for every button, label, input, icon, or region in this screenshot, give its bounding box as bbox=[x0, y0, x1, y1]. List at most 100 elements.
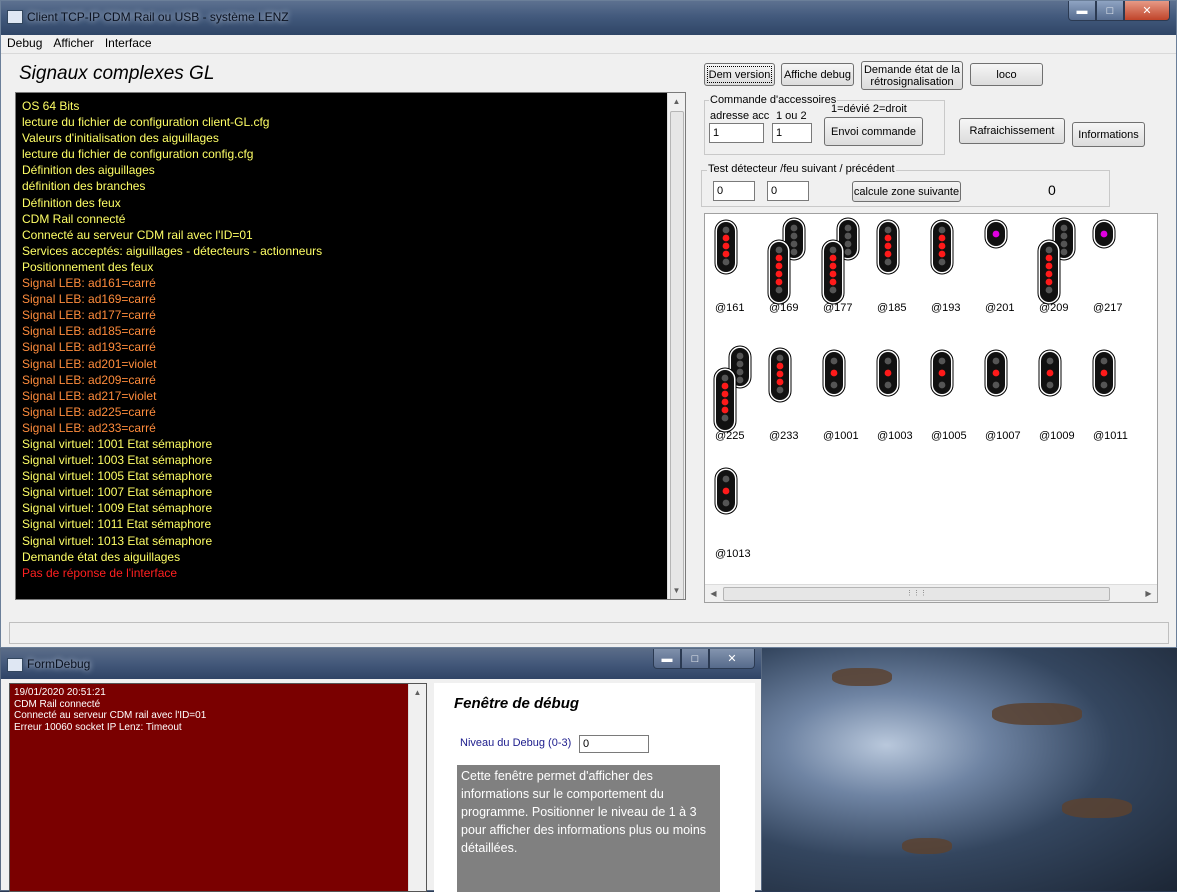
minimize-button[interactable]: ▬ bbox=[1068, 1, 1096, 21]
debug-level-field[interactable]: 0 bbox=[579, 735, 649, 753]
debug-vertical-scrollbar[interactable]: ▲ bbox=[408, 684, 426, 891]
log-line: Signal LEB: ad217=violet bbox=[22, 388, 157, 403]
menu-interface[interactable]: Interface bbox=[99, 35, 157, 53]
rafraichissement-button[interactable]: Rafraichissement bbox=[959, 118, 1065, 144]
signal-lamp bbox=[884, 357, 892, 365]
loco-button[interactable]: loco bbox=[970, 63, 1043, 86]
minimize-button[interactable]: ▬ bbox=[653, 649, 681, 669]
scroll-thumb[interactable] bbox=[670, 111, 684, 599]
scroll-thumb[interactable]: ⋮⋮⋮ bbox=[723, 587, 1110, 601]
signal-lamp bbox=[938, 369, 946, 377]
debug-log-line: 19/01/2020 20:51:21 bbox=[14, 687, 106, 698]
log-line: Signal LEB: ad225=carré bbox=[22, 404, 156, 419]
menu-afficher[interactable]: Afficher bbox=[47, 35, 98, 53]
affiche-debug-button[interactable]: Affiche debug bbox=[781, 63, 854, 86]
debug-log-panel[interactable]: 19/01/2020 20:51:21 CDM Rail connecté Conn… bbox=[9, 683, 427, 892]
log-line: Signal LEB: ad193=carré bbox=[22, 340, 156, 355]
informations-button[interactable]: Informations bbox=[1072, 122, 1145, 147]
signal-lamp bbox=[884, 258, 892, 266]
minimize-icon: ▬ bbox=[1076, 4, 1088, 17]
signal-lamp bbox=[938, 357, 946, 365]
signal-lamp bbox=[938, 250, 946, 258]
detecteur-field-1[interactable]: 0 bbox=[713, 181, 755, 201]
debug-settings-panel: Fenêtre de débug Niveau du Debug (0-3) 0… bbox=[434, 683, 755, 892]
scroll-up-icon[interactable]: ▲ bbox=[668, 93, 685, 110]
log-line: définition des branches bbox=[22, 179, 146, 194]
log-line: Services acceptés: aiguillages - détecte… bbox=[22, 243, 323, 258]
signal-lamp bbox=[829, 278, 837, 286]
signal-address-label: @1003 bbox=[877, 430, 913, 442]
signal-address-label: @169 bbox=[769, 302, 799, 314]
signal-217 bbox=[1092, 219, 1116, 249]
log-line: Signal LEB: ad201=violet bbox=[22, 356, 157, 371]
choix-label: 1 ou 2 bbox=[776, 110, 807, 122]
signal-lamp bbox=[992, 369, 1000, 377]
dem-version-button[interactable]: Dem version bbox=[704, 63, 775, 86]
signal-lamp bbox=[938, 226, 946, 234]
detecteur-field-2[interactable]: 0 bbox=[767, 181, 809, 201]
legend-label: 1=dévié 2=droit bbox=[831, 103, 907, 115]
debug-titlebar[interactable]: FormDebug ▬ □ ✕ bbox=[1, 649, 761, 679]
signal-lamp bbox=[776, 386, 784, 394]
close-button[interactable]: ✕ bbox=[1124, 1, 1170, 21]
signal-lamp bbox=[776, 354, 784, 362]
signal-lamp bbox=[790, 240, 798, 248]
choix-field[interactable]: 1 bbox=[772, 123, 812, 143]
calcule-zone-button[interactable]: calcule zone suivante bbox=[852, 181, 961, 202]
wallpaper-rock bbox=[1062, 798, 1132, 818]
signal-lamp bbox=[722, 499, 730, 507]
scroll-right-icon[interactable]: ▶ bbox=[1140, 585, 1157, 602]
signal-lamp bbox=[736, 368, 744, 376]
wallpaper-rock bbox=[992, 703, 1082, 725]
signals-horizontal-scrollbar[interactable]: ◀ ⋮⋮⋮ ▶ bbox=[705, 584, 1157, 602]
signal-address-label: @217 bbox=[1093, 302, 1123, 314]
adresse-field[interactable]: 1 bbox=[709, 123, 764, 143]
scroll-left-icon[interactable]: ◀ bbox=[705, 585, 722, 602]
signal-161 bbox=[714, 219, 738, 275]
signal-lamp bbox=[829, 270, 837, 278]
wallpaper-rock bbox=[832, 668, 892, 686]
signal-lamp bbox=[992, 381, 1000, 389]
demande-etat-button[interactable]: Demande état de la rétrosignalisation bbox=[861, 61, 963, 90]
signal-address-label: @1013 bbox=[715, 548, 751, 560]
signal-lamp bbox=[938, 234, 946, 242]
maximize-button[interactable]: □ bbox=[1096, 1, 1124, 21]
menu-debug[interactable]: Debug bbox=[1, 35, 47, 53]
scroll-up-icon[interactable]: ▲ bbox=[409, 684, 426, 701]
signal-lamp bbox=[722, 258, 730, 266]
signal-address-label: @1009 bbox=[1039, 430, 1075, 442]
signal-lamp bbox=[775, 270, 783, 278]
maximize-button[interactable]: □ bbox=[681, 649, 709, 669]
log-panel[interactable]: OS 64 Bits lecture du fichier de configur… bbox=[15, 92, 686, 600]
close-button[interactable]: ✕ bbox=[709, 649, 755, 669]
envoi-commande-button[interactable]: Envoi commande bbox=[824, 117, 923, 146]
signal-lamp bbox=[776, 362, 784, 370]
log-line: Signal virtuel: 1003 Etat sémaphore bbox=[22, 453, 213, 468]
close-icon: ✕ bbox=[727, 653, 737, 665]
main-titlebar[interactable]: Client TCP-IP CDM Rail ou USB - système … bbox=[1, 1, 1176, 35]
log-line: Signal virtuel: 1007 Etat sémaphore bbox=[22, 485, 213, 500]
log-line: Valeurs d'initialisation des aiguillages bbox=[22, 131, 219, 146]
log-vertical-scrollbar[interactable]: ▲ ▼ bbox=[667, 93, 685, 599]
log-line: OS 64 Bits bbox=[22, 99, 80, 113]
signal-lamp bbox=[884, 234, 892, 242]
log-line: Connecté au serveur CDM rail avec l'ID=0… bbox=[22, 227, 253, 242]
debug-log-line: Connecté au serveur CDM rail avec l'ID=0… bbox=[14, 710, 207, 721]
scroll-down-icon[interactable]: ▼ bbox=[668, 582, 685, 599]
signal-address-label: @1005 bbox=[931, 430, 967, 442]
minimize-icon: ▬ bbox=[661, 652, 673, 665]
signal-lamp bbox=[829, 246, 837, 254]
main-window: Client TCP-IP CDM Rail ou USB - système … bbox=[0, 0, 1177, 648]
debug-heading: Fenêtre de débug bbox=[454, 695, 580, 712]
app-icon bbox=[7, 10, 23, 24]
desktop-wallpaper bbox=[762, 648, 1177, 891]
signal-lamp bbox=[938, 258, 946, 266]
debug-window: FormDebug ▬ □ ✕ 19/01/2020 20:51:21 CDM R… bbox=[0, 648, 762, 892]
log-line: Signal LEB: ad177=carré bbox=[22, 308, 156, 323]
status-bar bbox=[9, 622, 1169, 644]
signal-lamp bbox=[1100, 369, 1108, 377]
signal-lamp bbox=[721, 398, 729, 406]
debug-window-title: FormDebug bbox=[27, 657, 91, 671]
log-line: CDM Rail connecté bbox=[22, 211, 126, 226]
signal-1005 bbox=[930, 349, 954, 397]
